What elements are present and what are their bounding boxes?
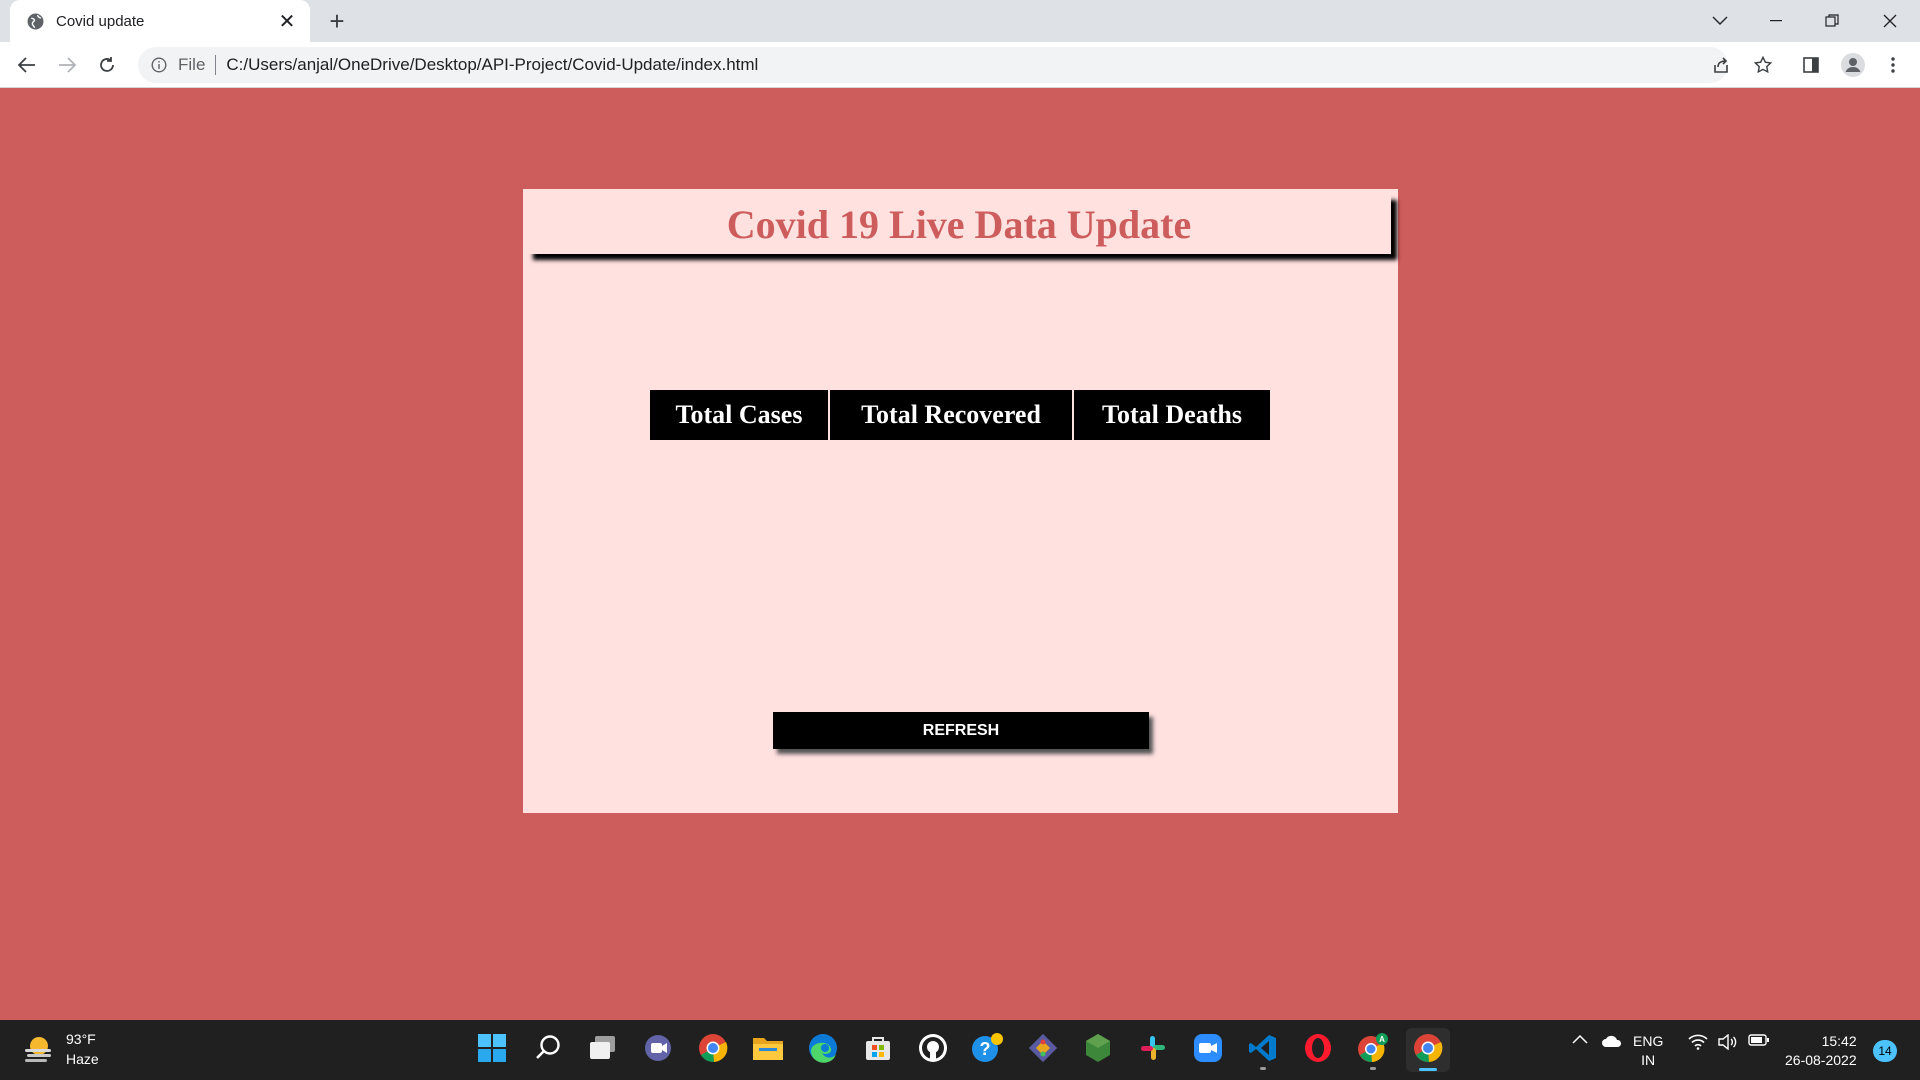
slack-button[interactable] <box>1131 1028 1175 1072</box>
total-cases-box: Total Cases <box>650 390 830 440</box>
svg-text:A: A <box>1379 1035 1385 1044</box>
nodejs-icon <box>1084 1033 1112 1068</box>
total-deaths-box: Total Deaths <box>1074 390 1270 440</box>
search-icon <box>534 1034 562 1067</box>
share-icon[interactable] <box>1706 50 1736 80</box>
notification-badge[interactable]: 14 <box>1873 1040 1897 1062</box>
address-separator <box>215 55 217 75</box>
total-cases-label: Total Cases <box>675 400 803 429</box>
get-help-button[interactable]: ? <box>966 1028 1010 1072</box>
taskbar-clock[interactable]: 15:42 26-08-2022 <box>1785 1032 1857 1070</box>
chrome-icon <box>698 1033 728 1068</box>
chrome-active-indicator <box>1419 1068 1437 1071</box>
onedrive-cloud-icon[interactable] <box>1600 1034 1624 1048</box>
chrome-active-button[interactable] <box>1406 1028 1450 1072</box>
vscode-running-indicator <box>1260 1067 1266 1070</box>
nodejs-button[interactable] <box>1076 1028 1120 1072</box>
page-title: Covid 19 Live Data Update <box>726 201 1192 247</box>
tab-search-chevron-icon[interactable] <box>1692 0 1748 42</box>
github-desktop-button[interactable] <box>911 1028 955 1072</box>
zoom-icon <box>1193 1033 1223 1068</box>
teams-chat-button[interactable] <box>636 1028 680 1072</box>
back-button[interactable] <box>12 50 42 80</box>
zoom-button[interactable] <box>1186 1028 1230 1072</box>
browser-tab[interactable]: Covid update ✕ <box>10 0 310 42</box>
tab-close-icon[interactable]: ✕ <box>276 10 298 33</box>
forward-button[interactable] <box>52 50 82 80</box>
git-client-button[interactable] <box>1021 1028 1065 1072</box>
globe-icon <box>26 12 44 30</box>
weather-widget[interactable]: 93°F Haze <box>22 1029 99 1069</box>
minimize-button[interactable] <box>1748 0 1804 42</box>
wifi-icon[interactable] <box>1686 1034 1710 1050</box>
start-button[interactable] <box>470 1028 514 1072</box>
input-language-indicator[interactable]: ENG IN <box>1633 1032 1663 1070</box>
svg-text:?: ? <box>980 1039 991 1059</box>
close-window-button[interactable] <box>1862 0 1918 42</box>
volume-icon[interactable] <box>1716 1034 1740 1050</box>
edge-icon <box>808 1033 838 1068</box>
info-icon[interactable] <box>150 56 168 74</box>
side-panel-icon[interactable] <box>1796 50 1826 80</box>
show-hidden-icons-chevron-icon[interactable] <box>1570 1034 1590 1044</box>
total-recovered-box: Total Recovered <box>830 390 1074 440</box>
restore-button[interactable] <box>1804 0 1860 42</box>
refresh-button[interactable]: REFRESH <box>773 712 1149 749</box>
region-code: IN <box>1641 1052 1656 1068</box>
taskbar-search-button[interactable] <box>526 1028 570 1072</box>
total-deaths-label: Total Deaths <box>1102 400 1242 429</box>
opera-icon <box>1304 1033 1332 1068</box>
git-icon <box>1028 1033 1058 1068</box>
reload-button[interactable] <box>92 50 122 80</box>
total-recovered-label: Total Recovered <box>861 400 1041 429</box>
microsoft-store-icon <box>864 1034 892 1067</box>
vscode-icon <box>1248 1033 1278 1068</box>
microsoft-store-button[interactable] <box>856 1028 900 1072</box>
title-banner: Covid 19 Live Data Update <box>527 194 1391 254</box>
browser-toolbar: File C:/Users/anjal/OneDrive/Desktop/API… <box>0 42 1920 88</box>
teams-chat-icon <box>643 1033 673 1068</box>
file-explorer-button[interactable] <box>746 1028 790 1072</box>
tab-strip: Covid update ✕ + <box>0 0 1920 42</box>
task-view-button[interactable] <box>581 1028 625 1072</box>
bookmark-star-icon[interactable] <box>1748 50 1778 80</box>
start-icon <box>478 1033 506 1067</box>
windows-taskbar: 93°F Haze ? A ENG IN 15:42 26-08-2022 14 <box>0 1020 1920 1080</box>
new-tab-button[interactable]: + <box>322 6 352 36</box>
clock-time: 15:42 <box>1821 1033 1857 1049</box>
clock-date: 26-08-2022 <box>1785 1052 1857 1068</box>
chrome-active-icon <box>1413 1033 1443 1068</box>
help-icon: ? <box>971 1032 1005 1069</box>
chrome-profile-running-indicator <box>1370 1067 1376 1070</box>
vscode-button[interactable] <box>1241 1028 1285 1072</box>
edge-button[interactable] <box>801 1028 845 1072</box>
chrome-app-button[interactable] <box>691 1028 735 1072</box>
opera-button[interactable] <box>1296 1028 1340 1072</box>
address-url[interactable]: C:/Users/anjal/OneDrive/Desktop/API-Proj… <box>226 55 758 75</box>
covid-card: Covid 19 Live Data Update Total Cases To… <box>523 189 1398 813</box>
weather-temperature: 93°F <box>66 1031 96 1047</box>
task-view-icon <box>589 1035 617 1066</box>
slack-icon <box>1139 1034 1167 1067</box>
github-icon <box>918 1033 948 1068</box>
battery-icon[interactable] <box>1746 1034 1772 1046</box>
weather-description: Haze <box>66 1051 99 1067</box>
chrome-profile-button[interactable]: A <box>1351 1028 1395 1072</box>
chrome-profile-icon: A <box>1357 1032 1389 1069</box>
address-bar[interactable]: File C:/Users/anjal/OneDrive/Desktop/API… <box>138 47 1728 83</box>
weather-haze-icon <box>22 1033 54 1065</box>
file-explorer-icon <box>752 1034 784 1067</box>
stats-row: Total Cases Total Recovered Total Deaths <box>650 390 1270 440</box>
address-scheme: File <box>178 55 206 74</box>
language-code: ENG <box>1633 1033 1664 1049</box>
tab-title: Covid update <box>56 12 145 30</box>
profile-avatar-icon[interactable] <box>1838 50 1868 80</box>
browser-menu-icon[interactable] <box>1878 50 1908 80</box>
